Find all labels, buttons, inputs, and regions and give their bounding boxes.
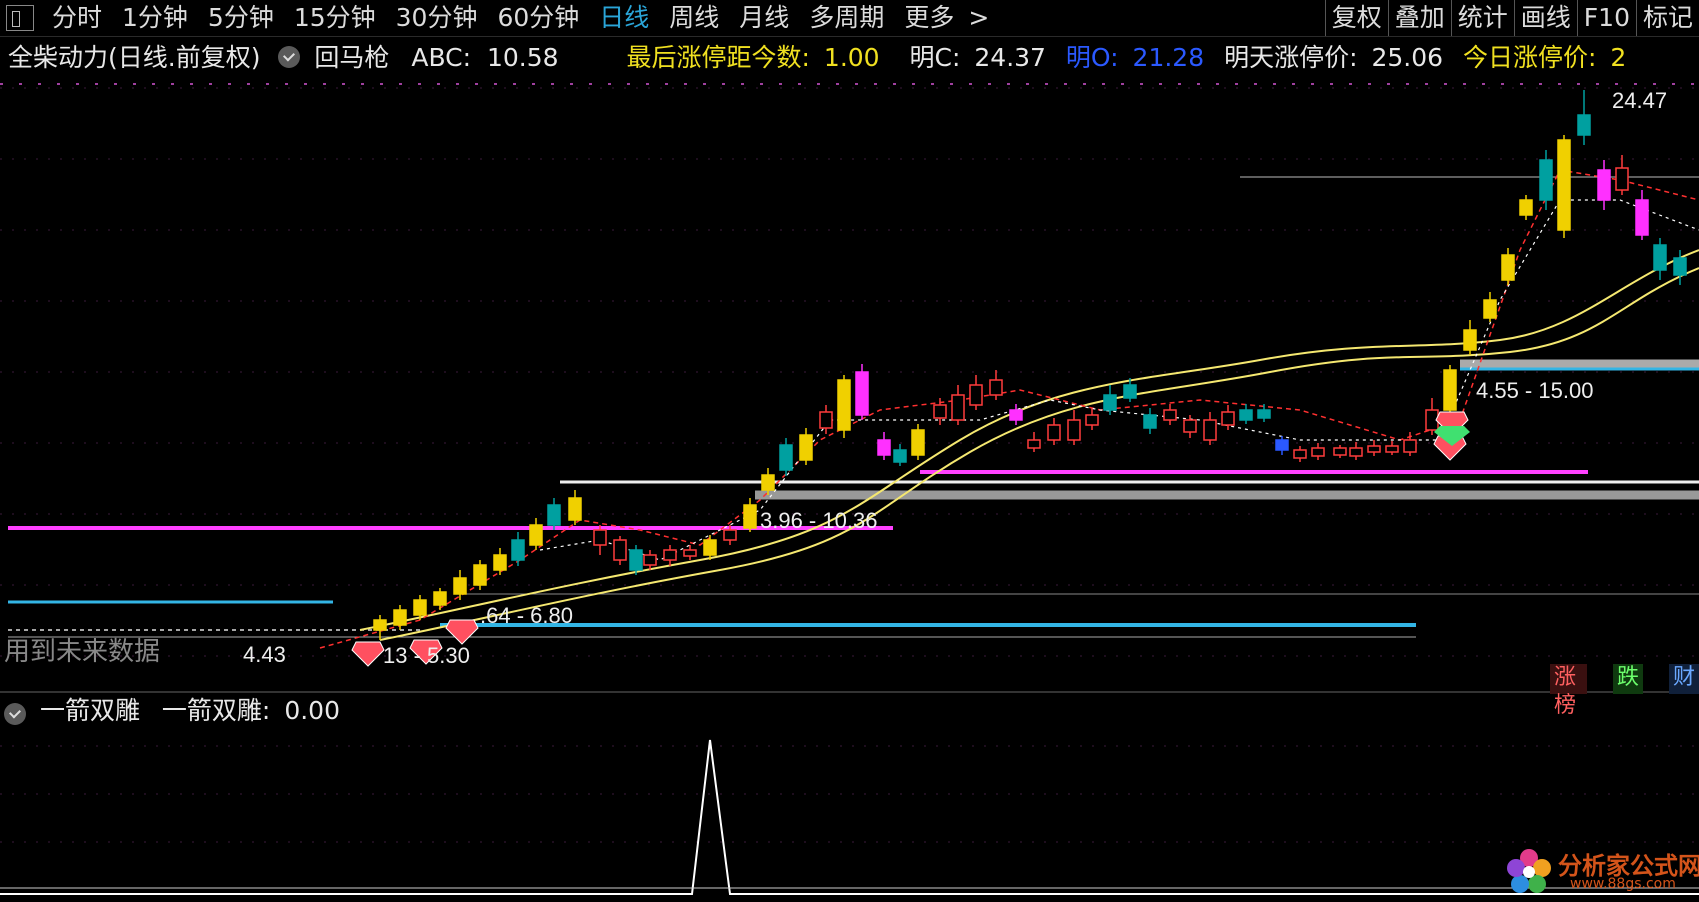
candle-body [837, 379, 851, 431]
candle-body [413, 599, 427, 616]
candle-body [613, 539, 627, 561]
diamond-signal-icon [445, 619, 479, 645]
candle-body [1501, 254, 1515, 281]
sub-indicator-line [0, 739, 1699, 895]
range-bottom-label: 13 - 5.30 [383, 643, 470, 668]
low-price-label: 4.43 [243, 642, 286, 667]
candle-body [1653, 244, 1667, 271]
kline-chart[interactable]: 24.47 4.55 - 15.00 3.96 - 10.36 .64 - 6.… [0, 0, 1699, 902]
candle-body [1463, 329, 1477, 351]
candle-body [1597, 169, 1611, 201]
candle-body [1349, 447, 1363, 457]
future-data-warning: 用到未来数据 [4, 637, 160, 667]
chart-grid [0, 83, 1699, 843]
logo-url: www.88gs.com [1570, 876, 1676, 892]
candle-body [969, 384, 983, 406]
candle-body [819, 411, 833, 429]
candle-body [1047, 424, 1061, 441]
candle-body [1163, 409, 1177, 421]
candle-body [1275, 439, 1289, 451]
candle-body [1635, 199, 1649, 236]
candle-body [1557, 139, 1571, 231]
sub-indicator-title[interactable]: 一箭双雕 [40, 696, 140, 725]
candle-body [1009, 409, 1023, 421]
candle-body [893, 449, 907, 463]
fall-rank-tag[interactable]: 跌 [1612, 664, 1643, 694]
candle-body [453, 577, 467, 595]
candle-body [547, 504, 561, 526]
candle-body [989, 379, 1003, 396]
sub-indicator-label: 一箭双雕: [161, 696, 271, 725]
diamond-signal-icon [351, 641, 385, 667]
candle-body [643, 554, 657, 566]
candle-body [1577, 114, 1591, 136]
candle-body [1183, 419, 1197, 433]
candle-body [1143, 414, 1157, 429]
candle-body [911, 429, 925, 456]
candle-body [723, 529, 737, 541]
candle-body [1239, 409, 1253, 421]
candle-body [1443, 369, 1457, 411]
candle-body [1403, 439, 1417, 453]
watermark-logo: 分析家公式网 www.88gs.com [1500, 842, 1699, 900]
candle-body [1539, 159, 1553, 201]
sub-indicator-bar: 一箭双雕 一箭双雕: 0.00 [0, 694, 340, 728]
candle-body [1483, 299, 1497, 319]
candle-body [593, 529, 607, 546]
candle-body [1067, 419, 1081, 441]
high-price-label: 24.47 [1612, 88, 1667, 113]
candle-body [1257, 409, 1271, 419]
trend-dash-red [319, 169, 1699, 649]
finance-tag[interactable]: 财 [1668, 664, 1699, 694]
flower-logo-icon [1507, 849, 1551, 893]
sub-indicator-chart [0, 739, 1699, 895]
candle-body [393, 609, 407, 626]
candle-body [951, 394, 965, 421]
sub-indicator-value: 0.00 [284, 696, 340, 725]
candle-body [1333, 447, 1347, 456]
candle-body [779, 444, 793, 471]
candle-body [1367, 445, 1381, 453]
candle-body [1221, 411, 1235, 426]
candle-body [1673, 257, 1687, 276]
candle-body [1293, 449, 1307, 459]
candle-body [529, 524, 543, 546]
candle-body [761, 474, 775, 491]
candle-body [511, 539, 525, 561]
range-mid-label: 3.96 - 10.36 [760, 508, 877, 533]
range-low-label: .64 - 6.80 [480, 603, 573, 628]
candle-body [473, 564, 487, 586]
rise-rank-tag[interactable]: 涨榜 [1550, 664, 1587, 718]
candle-body [1103, 394, 1117, 411]
candle-body [1311, 447, 1325, 457]
candle-body [1385, 445, 1399, 453]
candle-body [1123, 384, 1137, 399]
candle-body [663, 549, 677, 561]
candle-body [743, 504, 757, 529]
candle-body [703, 539, 717, 556]
candle-body [1027, 439, 1041, 449]
candle-body [433, 591, 447, 606]
candle-body [1519, 199, 1533, 216]
candle-body [568, 497, 582, 521]
candle-body [1085, 414, 1099, 426]
candle-body [933, 404, 947, 419]
candle-body [629, 549, 643, 571]
candle-body [1203, 419, 1217, 441]
range-top-label: 4.55 - 15.00 [1476, 378, 1593, 403]
candle-body [493, 554, 507, 571]
candle-body [799, 434, 813, 461]
moving-average-lines [319, 169, 1699, 649]
candle-body [877, 439, 891, 456]
ranking-tags: 涨榜 跌 财 [1550, 664, 1699, 718]
candle-body [683, 549, 697, 557]
chart-annotations: 24.47 4.55 - 15.00 3.96 - 10.36 .64 - 6.… [4, 88, 1667, 668]
candle-body [1615, 167, 1629, 191]
candle-body [855, 371, 869, 416]
candle-body [373, 619, 387, 631]
sub-dropdown-icon[interactable] [4, 703, 26, 725]
